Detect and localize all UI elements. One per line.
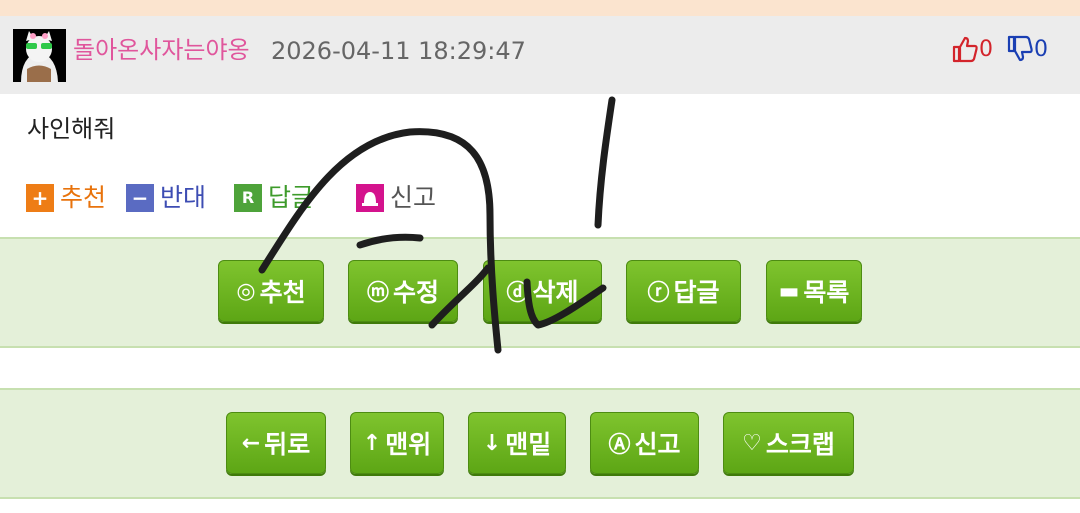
thumbs-down-icon — [1007, 35, 1033, 62]
downvote[interactable]: 0 — [1006, 33, 1048, 65]
oppose-label: 반대 — [160, 183, 207, 212]
back-button-label: 뒤로 — [264, 430, 311, 459]
bottom-button[interactable]: ↓ 맨밑 — [468, 412, 566, 474]
upvote-count: 0 — [979, 36, 993, 62]
username[interactable]: 돌아온사자는야옹 — [73, 34, 250, 66]
oppose-link[interactable]: − 반대 — [126, 180, 206, 216]
button-bar-navigation: ← 뒤로 ↑ 맨위 ↓ 맨밑 Ⓐ 신고 ♡ 스크랩 — [0, 388, 1080, 499]
bottom-button-label: 맨밑 — [505, 430, 552, 459]
post-content: 사인해줘 — [27, 115, 116, 143]
report-link[interactable]: 신고 — [356, 180, 436, 216]
reply-label: 답글 — [268, 183, 315, 212]
alarm-icon: Ⓐ — [608, 433, 631, 458]
report-button-label: 신고 — [634, 430, 681, 459]
recommend-link[interactable]: + 추천 — [26, 180, 106, 216]
recommend-label: 추천 — [60, 183, 107, 212]
post-datetime: 2026-04-11 18:29:47 — [271, 37, 526, 65]
heart-icon: ♡ — [742, 430, 762, 456]
siren-icon — [356, 184, 384, 212]
back-button[interactable]: ← 뒤로 — [226, 412, 326, 474]
downvote-count: 0 — [1034, 36, 1048, 62]
recommend-button[interactable]: ◎ 추천 — [218, 260, 324, 322]
list-button[interactable]: ▬ 목록 — [766, 260, 862, 322]
scrap-button[interactable]: ♡ 스크랩 — [723, 412, 854, 474]
arrow-up-icon: ↑ — [362, 430, 382, 456]
list-icon: ▬ — [778, 278, 800, 304]
edit-button-label: 수정 — [393, 278, 440, 307]
plus-icon: + — [26, 184, 54, 212]
reply-button-label: 답글 — [673, 278, 720, 307]
delete-button-label: 삭제 — [532, 278, 579, 307]
reply-button[interactable]: ⓡ 답글 — [626, 260, 741, 322]
target-icon: ◎ — [236, 278, 256, 304]
report-button[interactable]: Ⓐ 신고 — [590, 412, 699, 474]
reply-link[interactable]: R 답글 — [234, 180, 314, 216]
reply-circle-icon: ⓡ — [647, 281, 670, 306]
top-strip — [0, 0, 1080, 16]
arrow-left-icon: ← — [241, 430, 261, 456]
button-bar-primary: ◎ 추천 ⓜ 수정 ⓓ 삭제 ⓡ 답글 ▬ 목록 — [0, 237, 1080, 348]
upvote[interactable]: 0 — [951, 33, 993, 65]
report-label: 신고 — [390, 183, 437, 212]
top-button[interactable]: ↑ 맨위 — [350, 412, 444, 474]
edit-icon: ⓜ — [366, 281, 389, 306]
thumbs-up-icon — [952, 36, 978, 63]
avatar[interactable] — [13, 29, 66, 82]
minus-icon: − — [126, 184, 154, 212]
list-button-label: 목록 — [803, 278, 850, 307]
scrap-button-label: 스크랩 — [765, 430, 835, 459]
cat-avatar-icon — [13, 29, 66, 82]
post-header: 돌아온사자는야옹 2026-04-11 18:29:47 0 0 — [0, 16, 1080, 94]
edit-button[interactable]: ⓜ 수정 — [348, 260, 458, 322]
delete-icon: ⓓ — [506, 281, 529, 306]
top-button-label: 맨위 — [385, 430, 432, 459]
arrow-down-icon: ↓ — [482, 430, 502, 456]
delete-button[interactable]: ⓓ 삭제 — [483, 260, 602, 322]
recommend-button-label: 추천 — [259, 278, 306, 307]
reply-icon: R — [234, 184, 262, 212]
